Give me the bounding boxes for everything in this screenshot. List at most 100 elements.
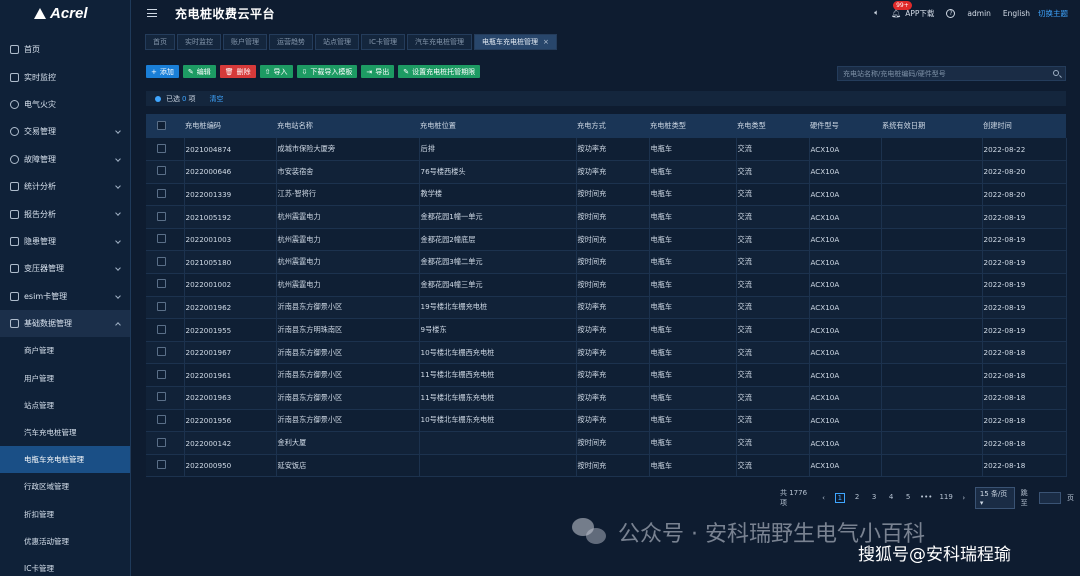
row-checkbox[interactable] [157,211,166,221]
search-input[interactable] [843,69,1043,78]
sidebar-item[interactable]: 交易管理 [0,118,130,145]
row-checkbox[interactable] [157,234,166,244]
clear-selection-link[interactable]: 清空 [209,94,223,104]
sidebar-item[interactable]: 变压器管理 [0,255,130,282]
sidebar-item[interactable]: esim卡管理 [0,283,130,310]
table-row[interactable]: 2022001002 杭州震霆电力 金都花园4幢三单元 按时间充 电瓶车 交流 ACX10A… [146,273,1067,297]
table-row[interactable]: 2022001955 沂南县东方明珠南区 9号楼东 按功率充 电瓶车 交流 ACX10A 20… [146,318,1067,342]
row-checkbox[interactable] [157,414,166,424]
table-row[interactable]: 2022001962 沂南县东方御景小区 19号楼北车棚充电桩 按功率充 电瓶车 交流 AC… [146,296,1067,320]
download-template-button[interactable]: ⇩ 下载导入模板 [296,65,358,78]
sidebar-item-label: 故障管理 [24,154,56,164]
sidebar-subitem[interactable]: 用户管理 [0,364,130,391]
table-row[interactable]: 2022000646 市安装宿舍 76号楼西楼头 按功率充 电瓶车 交流 ACX10A 202… [146,160,1067,184]
row-checkbox[interactable] [157,392,166,402]
sidebar-subitem[interactable]: 站点管理 [0,392,130,419]
notification-badge: 99+ [893,0,912,10]
table-row[interactable]: 2022001963 沂南县东方御景小区 11号楼北车棚东充电桩 按功率充 电瓶车 交流 A… [146,386,1067,410]
table-row[interactable]: 2022001967 沂南县东方御景小区 10号楼北车棚西充电桩 按功率充 电瓶车 交流 A… [146,341,1067,365]
sidebar-item[interactable]: 首页 [0,36,130,63]
tab[interactable]: 汽车充电桩管理 [406,34,472,50]
row-checkbox[interactable] [157,256,166,266]
close-tab-icon[interactable]: × [543,38,549,46]
row-checkbox[interactable] [157,143,166,153]
help-icon[interactable]: ? [946,8,956,18]
tab[interactable]: 电瓶车充电桩管理 × [473,34,557,50]
language-switch[interactable]: English [1003,9,1030,18]
sidebar-subitem[interactable]: 优惠活动管理 [0,528,130,555]
sidebar-item[interactable]: 报告分析 [0,200,130,227]
table-row[interactable]: 2022001003 杭州震霆电力 金都花园2幢底层 按时间充 电瓶车 交流 ACX10A 2… [146,228,1067,252]
import-button[interactable]: ⇧ 导入 [259,65,293,78]
logo-text: Acrel [50,4,88,22]
table-row[interactable]: 2021004874 成城市保险大厦旁 后排 按功率充 电瓶车 交流 ACX10A 2022-… [146,138,1067,162]
page-number[interactable]: ••• [920,493,932,503]
sidebar-item[interactable]: 隐患管理 [0,228,130,255]
row-checkbox[interactable] [157,279,166,289]
table-row[interactable]: 2022001339 江苏-智将行 教学楼 按时间充 电瓶车 交流 ACX10A 2022-0… [146,183,1067,207]
theme-switch[interactable]: 切换主题 [1038,8,1068,19]
page-number[interactable]: 119 [939,493,952,503]
page-number[interactable]: 3 [869,493,879,503]
table-cell: 沂南县东方御景小区 [276,296,420,320]
set-hosting-button[interactable]: ✎ 设置充电桩托管期限 [398,65,481,78]
next-page-button[interactable]: › [959,494,969,502]
row-checkbox[interactable] [157,369,166,379]
table-row[interactable]: 2022001961 沂南县东方御景小区 11号楼北车棚西充电桩 按功率充 电瓶车 交流 A… [146,363,1067,388]
sidebar-item[interactable]: 故障管理 [0,146,130,173]
table-cell: 2022001962 [184,296,277,320]
tab[interactable]: 账户管理 [223,34,267,50]
page-number[interactable]: 5 [903,493,913,503]
tab[interactable]: 运营趋势 [269,34,313,50]
row-checkbox[interactable] [157,460,166,470]
row-checkbox[interactable] [157,301,166,311]
tab[interactable]: 站点管理 [315,34,359,50]
page-size-select[interactable]: 15 条/页 ▾ [974,487,1015,509]
menu-toggle-icon[interactable] [147,9,157,17]
table-row[interactable]: 2022001956 沂南县东方御景小区 10号楼北车棚东充电桩 按功率充 电瓶车 交流 A… [146,409,1067,433]
sidebar-item[interactable]: 统计分析 [0,173,130,200]
table-row[interactable]: 2021005192 杭州震霆电力 金都花园1幢一单元 按时间充 电瓶车 交流 ACX10A… [146,205,1067,229]
sidebar-item[interactable]: 基础数据管理 [0,309,130,338]
sidebar-subitem[interactable]: 汽车充电桩管理 [0,419,130,446]
tab[interactable]: 首页 [145,34,175,50]
sidebar-subitem[interactable]: 电瓶车充电桩管理 [0,446,130,474]
tab-label: IC卡管理 [369,38,397,46]
row-checkbox[interactable] [157,437,166,447]
page-number[interactable]: 1 [834,493,846,503]
sidebar-subitem[interactable]: 行政区域管理 [0,473,130,500]
edit-button[interactable]: ✎ 编辑 [182,65,216,78]
page-number[interactable]: 2 [852,493,862,503]
delete-button[interactable]: 🗑︎ 删除 [219,65,256,78]
goto-page-input[interactable] [1039,492,1062,504]
sidebar-subitem[interactable]: 商户管理 [0,337,130,364]
search-icon[interactable] [1053,70,1059,76]
page-unit-label: 页 [1067,494,1075,502]
table-row[interactable]: 2021005180 杭州震霆电力 金都花园3幢二单元 按时间充 电瓶车 交流 ACX10A… [146,250,1067,275]
table-cell: 2022001956 [184,409,277,433]
table-row[interactable]: 2022000142 金利大厦 按时间充 电瓶车 交流 ACX10A 2022-08-18 [146,431,1067,455]
prev-page-button[interactable]: ‹ [819,494,829,502]
sound-icon[interactable]: 🔈︎ [874,8,879,18]
tab[interactable]: IC卡管理 [361,34,405,50]
notification-bell-icon[interactable]: 🔔︎ 99+ [891,0,912,18]
tab[interactable]: 实时监控 [177,34,221,50]
row-checkbox[interactable] [157,166,166,176]
row-checkbox[interactable] [157,188,166,198]
sidebar-item[interactable]: 实时监控 [0,63,130,90]
export-button[interactable]: ⇥ 导出 [361,65,395,78]
sidebar-subitem[interactable]: 折扣管理 [0,500,130,527]
user-menu[interactable]: admin [967,9,991,18]
add-button[interactable]: + 添加 [146,65,179,78]
sidebar-item[interactable]: 电气火灾 [0,91,130,118]
table-row[interactable]: 2022000950 延安饭店 按时间充 电瓶车 交流 ACX10A 2022-08-18 [146,454,1067,478]
sidebar-subitem[interactable]: IC卡管理 [0,555,130,576]
download-template-label: 下载导入模板 [310,67,353,76]
row-checkbox[interactable] [157,347,166,357]
row-checkbox[interactable] [157,324,166,334]
select-all-checkbox[interactable] [157,120,166,130]
table-cell [881,454,983,478]
table-cell: ACX10A [809,431,882,455]
page-number[interactable]: 4 [886,493,896,503]
sidebar-item-label: 基础数据管理 [24,319,72,329]
